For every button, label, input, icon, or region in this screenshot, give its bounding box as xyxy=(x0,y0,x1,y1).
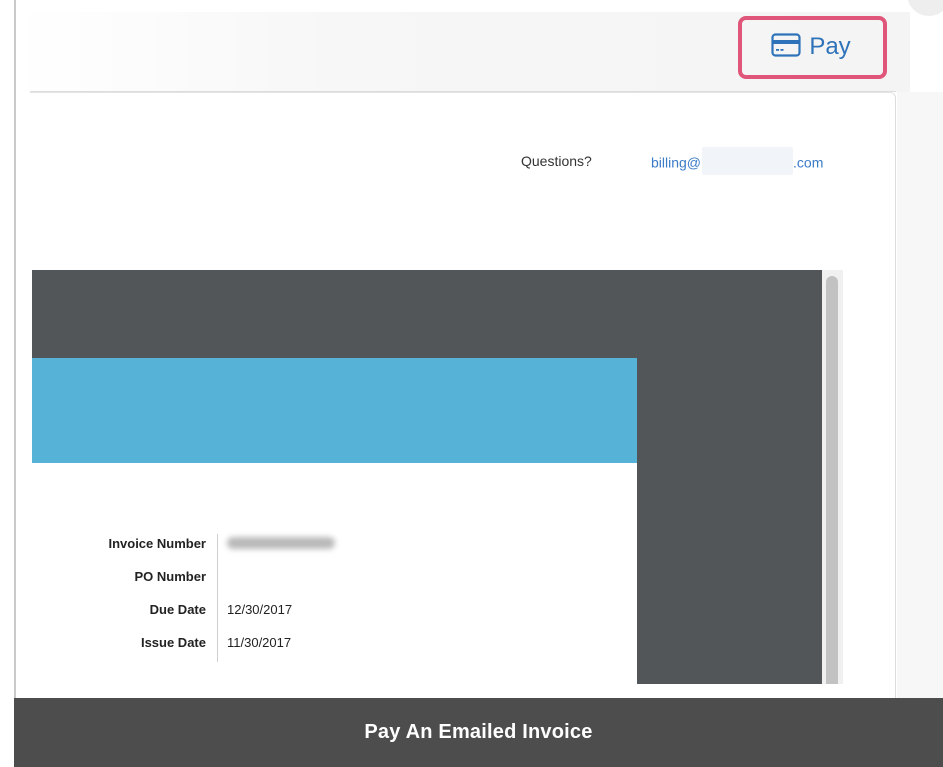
due-date-label: Due Date xyxy=(149,602,206,617)
billing-email-prefix: billing@ xyxy=(651,154,702,171)
pay-button-label: Pay xyxy=(809,33,851,60)
caption-title: Pay An Emailed Invoice xyxy=(364,721,593,743)
invoice-header-banner xyxy=(32,358,637,463)
credit-card-icon xyxy=(771,32,801,62)
invoice-number-value xyxy=(227,536,335,552)
invoice-row-invoice-number: Invoice Number xyxy=(32,536,637,569)
due-date-value: 12/30/2017 xyxy=(227,602,293,617)
corner-decoration xyxy=(907,0,943,16)
window-left-border xyxy=(14,0,16,700)
invoice-number-label: Invoice Number xyxy=(108,536,206,551)
redacted-invoice-number xyxy=(227,537,335,549)
invoice-page: Invoice Number PO Number Due Date 12/30/… xyxy=(32,358,637,684)
caption-bar: Pay An Emailed Invoice xyxy=(14,698,943,767)
invoice-row-issue-date: Issue Date 11/30/2017 xyxy=(32,635,637,668)
issue-date-value: 11/30/2017 xyxy=(227,635,292,650)
po-number-label: PO Number xyxy=(134,569,206,584)
pay-button[interactable]: Pay xyxy=(753,22,869,72)
viewer-scrollbar-thumb[interactable] xyxy=(826,276,838,684)
redacted-domain xyxy=(702,147,794,175)
issue-date-label: Issue Date xyxy=(140,635,206,650)
billing-email-link[interactable]: billing@ .com xyxy=(651,147,824,175)
invoice-row-po-number: PO Number xyxy=(32,569,637,602)
toolbar-divider xyxy=(30,91,896,92)
right-gutter xyxy=(897,92,943,698)
questions-label: Questions? xyxy=(521,153,592,169)
invoice-row-due-date: Due Date 12/30/2017 xyxy=(32,602,637,635)
billing-email-suffix: .com xyxy=(793,154,824,171)
